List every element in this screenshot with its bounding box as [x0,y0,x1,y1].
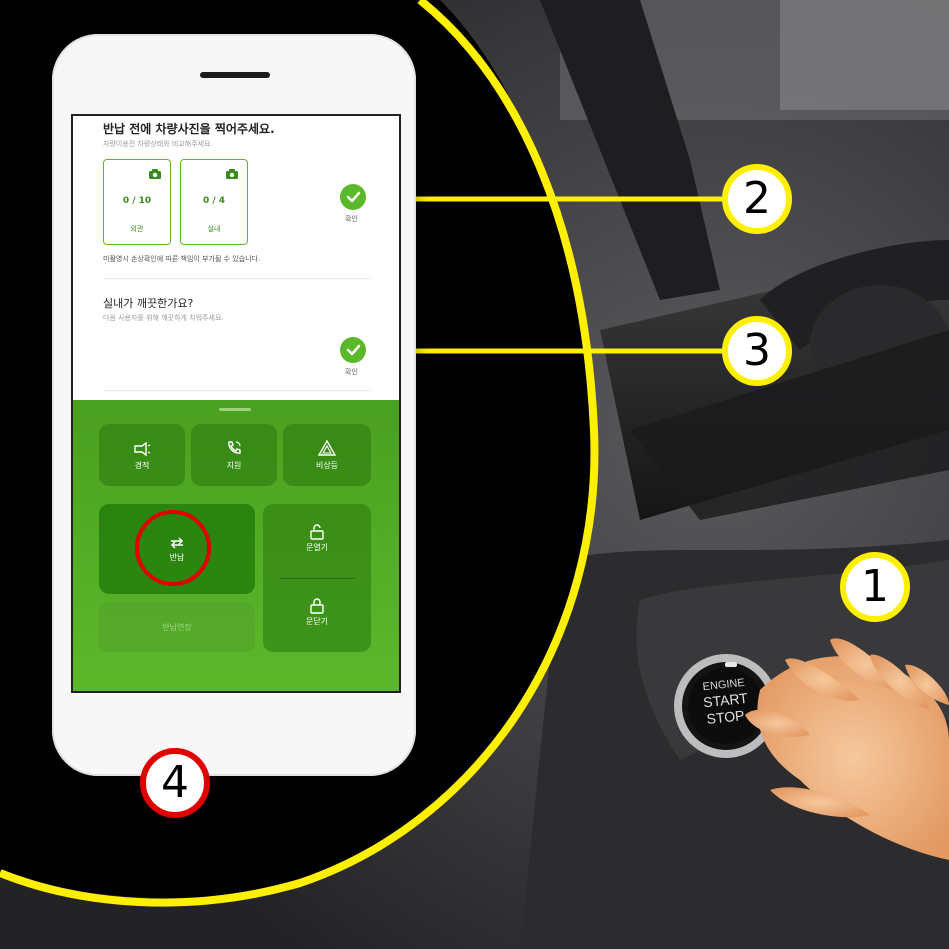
control-panel: 경적 지원 비상등 반납 반납연장 문열기 문닫기 [73,400,399,691]
support-label: 지원 [226,461,242,470]
section-divider [103,390,371,391]
unlock-icon [310,524,324,540]
phone-icon [228,441,241,454]
photo-section-note: 미촬영시 손상확인에 따른 책임이 부가될 수 있습니다. [103,255,261,263]
lock-button[interactable]: 문닫기 [263,578,371,652]
exterior-photo-label: 외관 [130,225,144,233]
clean-confirm-check[interactable] [340,337,366,363]
interior-photo-count: 0 / 4 [202,196,226,206]
horn-label: 경적 [134,461,150,470]
clean-section-subtitle: 다음 사용자를 위해 깨끗하게 치워주세요. [103,314,224,322]
car-interior-scene: ENGINE START STOP 반납 전에 차량사진을 찍어주세요. 차량이… [0,0,949,949]
extend-return-label: 반납연장 [162,623,192,632]
support-button[interactable]: 지원 [191,424,277,486]
interior-photo-card[interactable]: 0 / 4 실내 [180,159,248,245]
hazard-button[interactable]: 비상등 [283,424,371,486]
callout-4: 4 [140,748,210,818]
lock-icon [310,598,324,614]
horn-icon [134,442,151,456]
drag-handle[interactable] [219,408,251,411]
callout-2: 2 [722,164,792,234]
photo-confirm-label: 확인 [345,215,358,223]
camera-icon [149,169,161,179]
door-controls: 문열기 문닫기 [263,504,371,652]
callout-3: 3 [722,316,792,386]
photo-section-subtitle: 차량이용전 차량상태와 비교해주세요. [103,140,213,148]
hazard-icon [318,440,336,456]
callout-2-anchor [338,188,364,214]
section-divider [103,278,371,279]
hazard-label: 비상등 [315,461,339,470]
unlock-label: 문열기 [305,543,329,552]
callout-1: 1 [840,552,910,622]
return-highlight-ring [135,510,211,586]
camera-icon [226,169,238,179]
unlock-button[interactable]: 문열기 [263,504,371,578]
clean-confirm-label: 확인 [345,368,358,376]
interior-photo-label: 실내 [207,225,221,233]
check-icon [346,344,361,356]
phone-speaker [200,72,270,78]
horn-button[interactable]: 경적 [99,424,185,486]
extend-return-button[interactable]: 반납연장 [99,602,255,652]
exterior-photo-count: 0 / 10 [122,196,152,206]
exterior-photo-card[interactable]: 0 / 10 외관 [103,159,171,245]
clean-section-title: 실내가 깨끗한가요? [103,297,194,310]
lock-label: 문닫기 [305,617,329,626]
photo-section-title: 반납 전에 차량사진을 찍어주세요. [103,122,275,136]
